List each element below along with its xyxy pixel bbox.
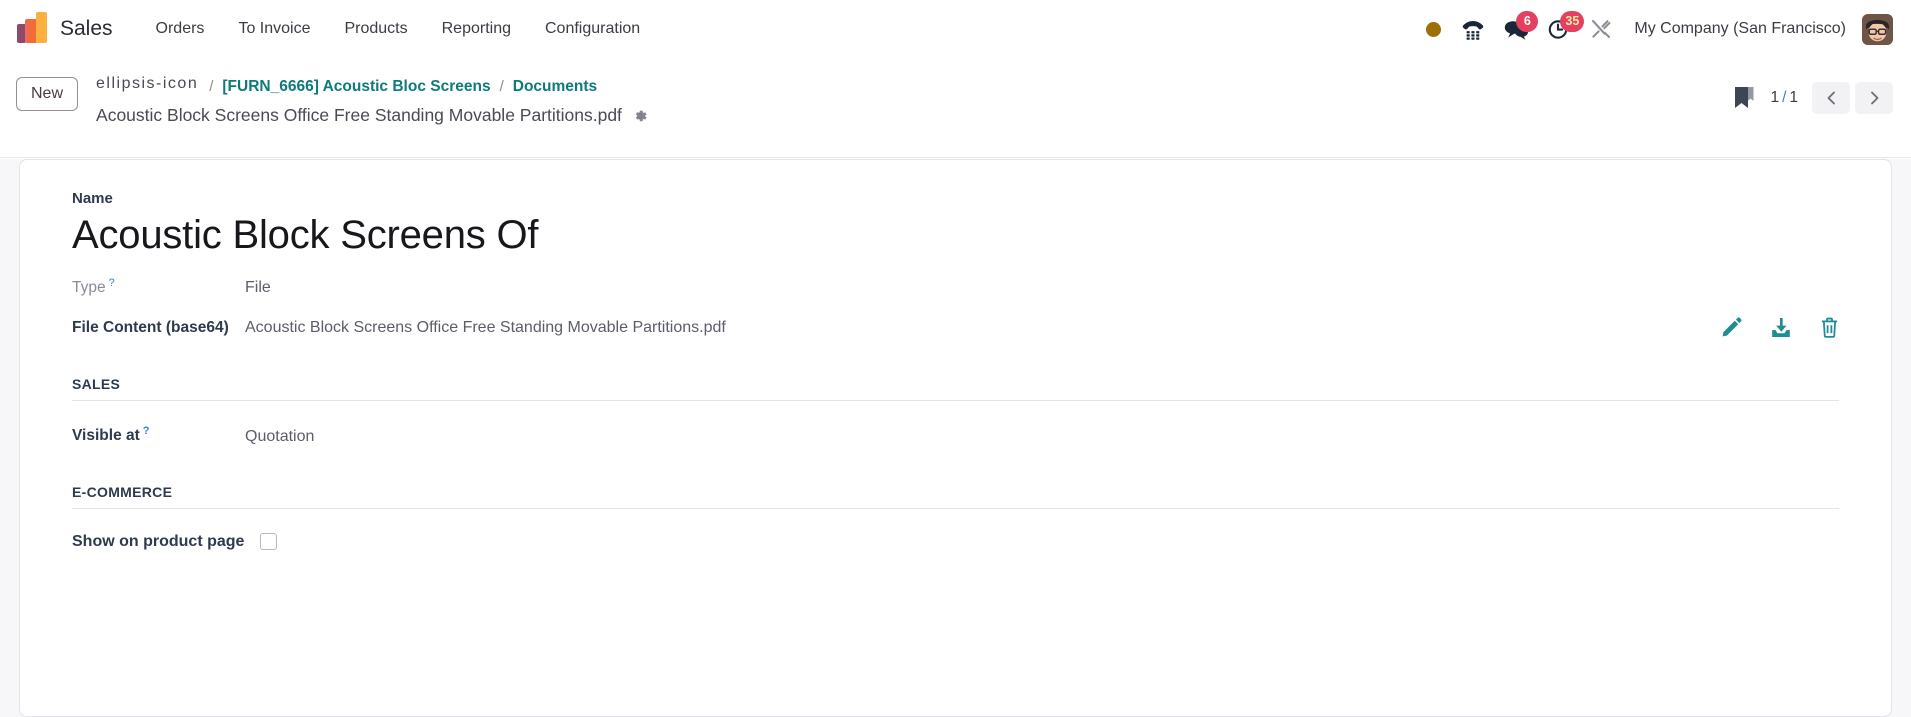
- systray: 6 35 My Company (San Francisco): [1414, 0, 1893, 58]
- visible-at-field-row: Visible at? Quotation: [72, 425, 1839, 445]
- visible-at-field-value[interactable]: Quotation: [245, 428, 314, 446]
- pager-current: 1: [1770, 89, 1780, 106]
- sales-section: SALES Visible at? Quotation: [72, 376, 1839, 445]
- sales-section-title: SALES: [72, 376, 1839, 402]
- top-navbar: Sales Orders To Invoice Products Reporti…: [0, 0, 1911, 58]
- file-content-field-value[interactable]: Acoustic Block Screens Office Free Stand…: [245, 319, 726, 337]
- messages-badge: 6: [1516, 11, 1539, 32]
- pager-next-button[interactable]: [1855, 82, 1893, 114]
- pager-total: 1: [1789, 89, 1798, 106]
- breadcrumb-separator-1: /: [209, 77, 214, 95]
- type-field-row: Type? File: [72, 277, 1839, 297]
- file-content-field-row: File Content (base64) Acoustic Block Scr…: [72, 317, 1839, 339]
- wrench-screwdriver-icon[interactable]: [1580, 10, 1622, 48]
- record-title: Acoustic Block Screens Office Free Stand…: [96, 105, 622, 125]
- pager-previous-button[interactable]: [1812, 82, 1850, 114]
- type-field-value[interactable]: File: [245, 279, 271, 297]
- show-on-product-page-label: Show on product page: [72, 532, 245, 550]
- bookmark-icon[interactable]: [1732, 85, 1756, 111]
- breadcrumb: ellipsis-icon / [FURN_6666] Acoustic Blo…: [96, 74, 648, 126]
- visible-at-help-icon[interactable]: ?: [143, 425, 150, 437]
- name-field-label: Name: [72, 190, 113, 207]
- type-help-icon[interactable]: ?: [109, 277, 115, 289]
- sales-bar-chart-logo[interactable]: [16, 12, 50, 46]
- pager-separator: /: [1782, 89, 1787, 106]
- breadcrumb-separator-2: /: [499, 77, 504, 95]
- pager-area: 1 / 1: [1732, 82, 1893, 114]
- status-dot-icon[interactable]: [1414, 10, 1452, 48]
- visible-at-field-label: Visible at?: [72, 425, 150, 445]
- gear-icon[interactable]: [632, 108, 648, 124]
- menu-item-configuration[interactable]: Configuration: [528, 14, 657, 44]
- app-brand-name[interactable]: Sales: [60, 17, 113, 41]
- ecommerce-section: E-COMMERCE Show on product page: [72, 484, 1839, 551]
- file-content-field-label: File Content (base64): [72, 318, 229, 336]
- show-on-product-page-row: Show on product page: [72, 533, 1839, 551]
- menu-item-orders[interactable]: Orders: [139, 14, 222, 44]
- form-background: Name Acoustic Block Screens Of Type? Fil…: [0, 159, 1911, 717]
- activities-counter[interactable]: 35: [1538, 10, 1585, 48]
- ellipsis-icon[interactable]: ellipsis-icon: [96, 74, 200, 100]
- menu-item-to-invoice[interactable]: To Invoice: [221, 14, 327, 44]
- menu-item-reporting[interactable]: Reporting: [425, 14, 528, 44]
- download-icon[interactable]: [1770, 317, 1792, 338]
- type-field-label: Type?: [72, 277, 115, 297]
- file-action-buttons: [1721, 317, 1839, 339]
- pencil-edit-icon[interactable]: [1721, 317, 1742, 338]
- show-on-product-page-checkbox[interactable]: [260, 533, 278, 550]
- form-sheet: Name Acoustic Block Screens Of Type? Fil…: [19, 159, 1892, 717]
- new-button[interactable]: New: [16, 77, 79, 111]
- phone-dialpad-icon[interactable]: [1452, 10, 1494, 48]
- trash-delete-icon[interactable]: [1820, 317, 1839, 339]
- breadcrumb-item-documents[interactable]: Documents: [513, 77, 597, 96]
- ecommerce-section-title: E-COMMERCE: [72, 484, 1839, 509]
- name-field-value[interactable]: Acoustic Block Screens Of: [72, 212, 1839, 259]
- user-avatar[interactable]: [1862, 13, 1893, 45]
- menu-item-products[interactable]: Products: [327, 14, 424, 44]
- company-switcher[interactable]: My Company (San Francisco): [1622, 14, 1858, 44]
- breadcrumb-item-product[interactable]: [FURN_6666] Acoustic Bloc Screens: [222, 77, 490, 96]
- messages-counter[interactable]: 6: [1494, 10, 1539, 48]
- control-panel: New ellipsis-icon / [FURN_6666] Acoustic…: [0, 58, 1911, 158]
- main-menu: Orders To Invoice Products Reporting Con…: [139, 14, 658, 44]
- pager-counter[interactable]: 1 / 1: [1770, 89, 1798, 107]
